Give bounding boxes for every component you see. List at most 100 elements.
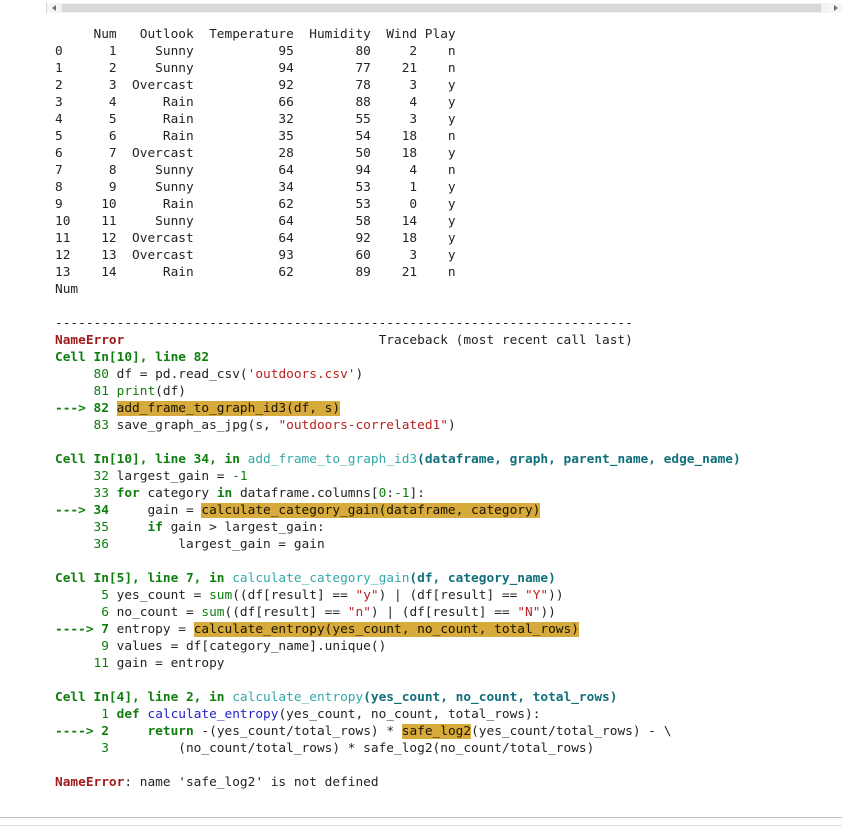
code-segment: 9	[55, 639, 117, 654]
code-segment: (yes_count/total_rows) - \	[471, 724, 672, 739]
code-line: 80 df = pd.read_csv('outdoors.csv')	[55, 366, 842, 383]
dataframe-line: 5 6 Rain 35 54 18 n	[55, 129, 456, 144]
frame-header: Cell In[10], line 34, in add_frame_to_gr…	[55, 451, 842, 468]
code-line: 11 gain = entropy	[55, 655, 842, 672]
code-segment: gain = entropy	[116, 656, 225, 671]
frame-header: Cell In[10], line 82	[55, 349, 842, 366]
triangle-left-icon	[51, 4, 56, 11]
code-segment: 'outdoors.csv'	[247, 367, 356, 382]
code-segment: entropy =	[116, 622, 194, 637]
error-highlight-segment: calculate_entropy(yes_count, no_count, t…	[193, 622, 579, 637]
code-segment: 5	[55, 588, 117, 603]
cell-divider	[0, 817, 842, 818]
dataframe-line: Num	[55, 282, 79, 297]
dataframe-text-output: Num Outlook Temperature Humidity Wind Pl…	[55, 26, 842, 315]
traceback-separator: ----------------------------------------…	[55, 315, 842, 332]
code-segment: 33	[55, 486, 117, 501]
code-segment: ----------------------------------------…	[55, 316, 633, 331]
code-segment: (df)	[155, 384, 186, 399]
code-segment: calculate_entropy	[147, 707, 279, 722]
triangle-right-icon	[833, 4, 838, 11]
code-segment: -(yes_count/total_rows) *	[193, 724, 402, 739]
code-segment: dataframe.columns[	[232, 486, 379, 501]
dataframe-line: 2 3 Overcast 92 78 3 y	[55, 78, 456, 93]
code-segment: ) | (df[result] ==	[378, 588, 526, 603]
code-segment: def	[116, 707, 140, 722]
code-segment: for	[116, 486, 140, 501]
code-segment: Cell In[4], line 2, in	[55, 690, 233, 705]
cell-output: Num Outlook Temperature Humidity Wind Pl…	[0, 26, 842, 791]
dataframe-line: 8 9 Sunny 34 53 1 y	[55, 180, 456, 195]
code-segment: ((df[result] ==	[224, 605, 348, 620]
code-line: 32 largest_gain = -1	[55, 468, 842, 485]
code-segment: ---> 34	[55, 503, 117, 518]
error-highlight-segment: add_frame_to_graph_id3(df, s)	[116, 401, 341, 416]
code-segment: "outdoors-correlated1"	[278, 418, 448, 433]
dataframe-line: 10 11 Sunny 64 58 14 y	[55, 214, 456, 229]
code-line: 5 yes_count = sum((df[result] == "y") | …	[55, 587, 842, 604]
code-segment: ---> 82	[55, 401, 117, 416]
code-segment: )	[355, 367, 364, 382]
code-segment: 11	[55, 656, 117, 671]
code-segment: Cell In[10], line 82	[55, 350, 210, 365]
code-segment: 35	[55, 520, 117, 535]
code-line: 6 no_count = sum((df[result] == "n") | (…	[55, 604, 842, 621]
code-segment: -1	[394, 486, 410, 501]
traceback-output: ----------------------------------------…	[55, 315, 842, 791]
error-highlight-segment: calculate_category_gain(dataframe, categ…	[201, 503, 541, 518]
code-line: 83 save_graph_as_jpg(s, "outdoors-correl…	[55, 417, 842, 434]
code-line: 9 values = df[category_name].unique()	[55, 638, 842, 655]
code-segment: Cell In[5], line 7, in	[55, 571, 233, 586]
horizontal-scrollbar[interactable]	[46, 2, 842, 13]
cell-divider-bottom	[0, 825, 842, 826]
error-line: ---> 34 gain = calculate_category_gain(d…	[55, 502, 842, 519]
code-segment: df = pd.read_csv(	[116, 367, 248, 382]
code-segment: 80	[55, 367, 117, 382]
dataframe-line: Num Outlook Temperature Humidity Wind Pl…	[55, 27, 456, 42]
code-line: 33 for category in dataframe.columns[0:-…	[55, 485, 842, 502]
code-segment: (no_count/total_rows) * safe_log2(no_cou…	[116, 741, 595, 756]
code-segment: no_count =	[116, 605, 202, 620]
code-segment: ))	[540, 605, 556, 620]
error-line: ---> 82 add_frame_to_graph_id3(df, s)	[55, 400, 842, 417]
code-segment: (yes_count, no_count, total_rows):	[278, 707, 541, 722]
dataframe-line: 1 2 Sunny 94 77 21 n	[55, 61, 456, 76]
code-segment: save_graph_as_jpg(s,	[116, 418, 279, 433]
scroll-right-button[interactable]	[829, 2, 842, 13]
dataframe-line: 3 4 Rain 66 88 4 y	[55, 95, 456, 110]
code-segment: if	[147, 520, 163, 535]
code-segment: 1	[55, 707, 117, 722]
code-segment: 36	[55, 537, 117, 552]
code-segment: 83	[55, 418, 117, 433]
code-line: 36 largest_gain = gain	[55, 536, 842, 553]
code-segment: "y"	[355, 588, 379, 603]
code-segment: "n"	[347, 605, 371, 620]
dataframe-line: 4 5 Rain 32 55 3 y	[55, 112, 456, 127]
code-segment: 32	[55, 469, 117, 484]
code-segment: (yes_count, no_count, total_rows)	[363, 690, 618, 705]
scroll-left-button[interactable]	[47, 2, 60, 13]
scrollbar-thumb[interactable]	[62, 3, 821, 12]
code-segment: NameError	[55, 333, 125, 348]
code-segment: 6	[55, 605, 117, 620]
code-segment: gain =	[116, 503, 202, 518]
error-line: ----> 7 entropy = calculate_entropy(yes_…	[55, 621, 842, 638]
scrollbar-track[interactable]	[60, 2, 829, 13]
dataframe-line: 0 1 Sunny 95 80 2 n	[55, 44, 456, 59]
code-segment: (dataframe, graph, parent_name, edge_nam…	[417, 452, 741, 467]
code-segment: Traceback (most recent call last)	[124, 333, 633, 348]
dataframe-line: 12 13 Overcast 93 60 3 y	[55, 248, 456, 263]
dataframe-line	[55, 298, 842, 315]
dataframe-line: 9 10 Rain 62 53 0 y	[55, 197, 456, 212]
code-segment: sum	[209, 588, 233, 603]
code-segment: "N"	[517, 605, 541, 620]
code-line: 1 def calculate_entropy(yes_count, no_co…	[55, 706, 842, 723]
code-segment: :	[386, 486, 395, 501]
code-segment: largest_gain = gain	[116, 537, 325, 552]
code-segment: ))	[548, 588, 564, 603]
